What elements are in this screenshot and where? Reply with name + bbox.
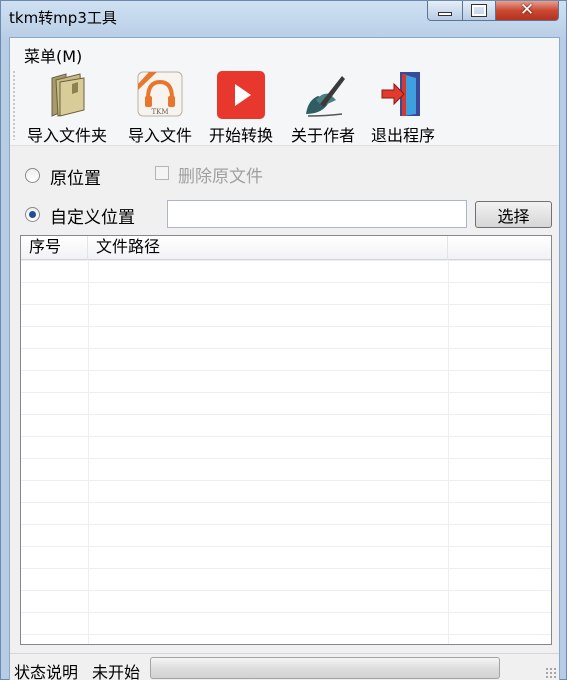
custom-location-radio[interactable] — [25, 207, 40, 222]
minimize-button[interactable] — [427, 1, 463, 21]
delete-original-checkbox[interactable] — [155, 166, 169, 180]
pen-hand-icon — [298, 70, 348, 120]
column-header-path[interactable]: 文件路径 — [88, 236, 448, 260]
exit-program-label: 退出程序 — [370, 126, 435, 145]
file-list-header: 序号 文件路径 — [21, 236, 551, 260]
menu-item-menu[interactable]: 菜单(M) — [24, 43, 82, 67]
resize-grip[interactable] — [545, 667, 557, 679]
exit-program-button[interactable]: 退出程序 — [362, 70, 444, 146]
menu-bar: 菜单(M) — [10, 38, 559, 66]
toolbar: 导入文件夹 TKM 导入文件 开始转换 关于作者 退出程序 — [10, 66, 559, 146]
client-area: 菜单(M) 导入文件夹 TKM 导入文件 开始转换 关于作者 退出程序 原位置 … — [9, 37, 560, 680]
exit-door-icon — [378, 70, 428, 120]
choose-button[interactable]: 选择 — [475, 201, 552, 228]
import-folder-label: 导入文件夹 — [26, 126, 107, 145]
folder-icon — [42, 70, 92, 120]
status-value: 未开始 — [92, 663, 141, 680]
close-icon: ✕ — [519, 0, 535, 20]
start-convert-label: 开始转换 — [208, 126, 273, 145]
import-file-button[interactable]: TKM 导入文件 — [120, 70, 200, 146]
toolbar-grip[interactable] — [13, 70, 15, 140]
title-bar[interactable]: tkm转mp3工具 ✕ — [1, 1, 567, 37]
import-folder-button[interactable]: 导入文件夹 — [22, 70, 112, 146]
import-file-label: 导入文件 — [127, 126, 192, 145]
about-author-label: 关于作者 — [290, 126, 355, 145]
close-button[interactable]: ✕ — [495, 1, 559, 21]
output-path-input[interactable] — [167, 200, 467, 228]
delete-original-label: 删除原文件 — [178, 167, 263, 187]
file-list-body[interactable] — [21, 260, 551, 644]
about-author-button[interactable]: 关于作者 — [282, 70, 364, 146]
custom-location-label[interactable]: 自定义位置 — [50, 203, 135, 228]
maximize-icon — [471, 4, 487, 17]
status-bar: 状态说明 未开始 — [10, 653, 559, 680]
original-location-row: 原位置 删除原文件 — [10, 160, 559, 190]
play-icon — [216, 70, 266, 120]
tkm-headphones-icon: TKM — [135, 70, 185, 120]
start-convert-button[interactable]: 开始转换 — [200, 70, 282, 146]
column-header-filler — [448, 236, 551, 260]
original-location-radio[interactable] — [25, 168, 40, 183]
column-divider — [448, 260, 449, 644]
status-label: 状态说明 — [14, 663, 79, 680]
column-divider — [88, 260, 89, 644]
minimize-icon — [438, 11, 452, 16]
app-window: tkm转mp3工具 ✕ 菜单(M) 导入文件夹 TKM 导入文件 开始转换 关于… — [0, 0, 567, 680]
file-list[interactable]: 序号 文件路径 — [20, 235, 552, 645]
svg-text:TKM: TKM — [151, 108, 168, 116]
maximize-button[interactable] — [462, 1, 496, 21]
window-title: tkm转mp3工具 — [9, 9, 117, 27]
original-location-label[interactable]: 原位置 — [50, 164, 101, 189]
column-header-index[interactable]: 序号 — [21, 236, 88, 260]
conversion-progress-bar — [150, 657, 500, 679]
